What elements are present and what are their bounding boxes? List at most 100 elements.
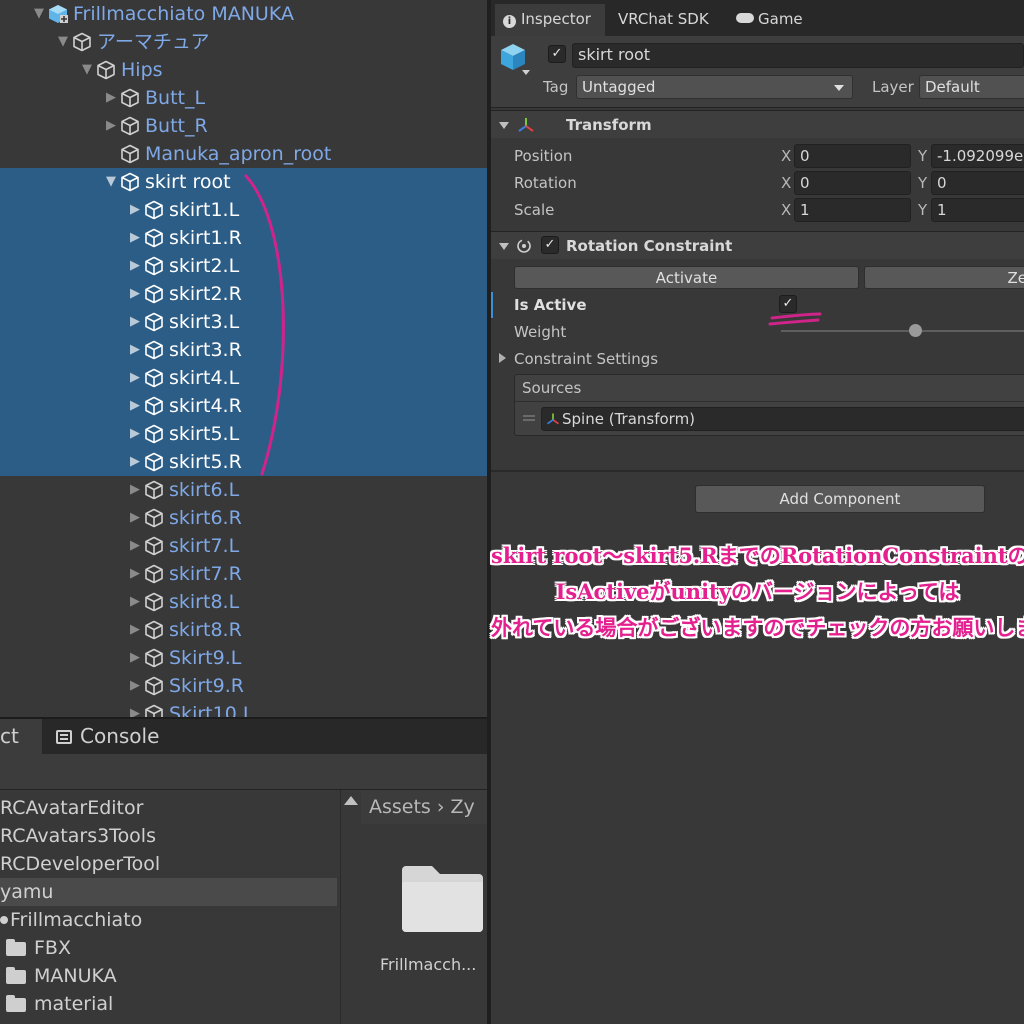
hierarchy-item[interactable]: ▶ Butt_R (0, 112, 487, 140)
scroll-up-icon[interactable] (344, 796, 358, 805)
hierarchy-item[interactable]: ▶ skirt2.L (0, 252, 487, 280)
hierarchy-item[interactable]: ▶ skirt3.R (0, 336, 487, 364)
collapsed-arrow-icon[interactable]: ▶ (128, 700, 142, 717)
hierarchy-item[interactable]: ▶ skirt5.R (0, 448, 487, 476)
expand-arrow-icon[interactable]: ▼ (56, 28, 70, 56)
collapsed-arrow-icon[interactable]: ▶ (128, 308, 142, 336)
hierarchy-item[interactable]: ▶ skirt5.L (0, 420, 487, 448)
tab-game[interactable]: Game (736, 4, 816, 36)
hierarchy-item[interactable]: ▶ skirt6.L (0, 476, 487, 504)
rotation-y-field[interactable]: 0 (931, 171, 1024, 195)
folder-icon[interactable] (402, 862, 483, 932)
project-folder-item[interactable]: MANUKA (0, 962, 337, 990)
layer-dropdown[interactable]: Default (919, 75, 1024, 99)
collapsed-arrow-icon[interactable]: ▶ (128, 280, 142, 308)
is-active-checkbox[interactable]: ✓ (779, 295, 797, 313)
tab-project[interactable]: ct (0, 719, 42, 754)
scale-x-field[interactable]: 1 (794, 198, 911, 222)
breadcrumb[interactable]: Assets › Zy (361, 790, 487, 824)
object-name-field[interactable]: skirt root (572, 43, 1024, 68)
collapsed-arrow-icon[interactable]: ▶ (104, 112, 118, 140)
hierarchy-item[interactable]: ▶ skirt8.R (0, 616, 487, 644)
project-folder-item[interactable]: yamu (0, 878, 337, 906)
weight-slider[interactable] (781, 324, 1024, 337)
prefab-icon (49, 5, 68, 23)
expand-arrow-icon[interactable]: ▼ (80, 56, 94, 84)
collapsed-arrow-icon[interactable]: ▶ (128, 616, 142, 644)
project-folder-item[interactable]: RCAvatarEditor (0, 794, 337, 822)
active-checkbox[interactable]: ✓ (548, 45, 566, 63)
add-component-button[interactable]: Add Component (695, 485, 985, 513)
constraint-settings-foldout[interactable]: Constraint Settings (499, 350, 658, 368)
hierarchy-item-label: skirt4.L (169, 367, 240, 389)
drag-handle-icon[interactable] (523, 415, 535, 421)
gameobject-icon (145, 676, 163, 696)
hierarchy-item[interactable]: ▶ skirt6.R (0, 504, 487, 532)
rotation-constraint-header[interactable]: ✓ Rotation Constraint (491, 231, 1024, 259)
source-object-label: Spine (Transform) (562, 410, 696, 428)
hierarchy-item[interactable]: ▶ Skirt9.R (0, 672, 487, 700)
expand-arrow-icon[interactable]: ▼ (104, 168, 118, 196)
tab-vrchat-sdk[interactable]: VRChat SDK (618, 4, 728, 36)
project-folder-item[interactable]: RCAvatars3Tools (0, 822, 337, 850)
hierarchy-item[interactable]: ▶ Skirt9.L (0, 644, 487, 672)
expand-arrow-icon[interactable]: ▼ (32, 0, 46, 28)
hierarchy-item[interactable]: ▶ Butt_L (0, 84, 487, 112)
tab-inspector[interactable]: i Inspector (495, 4, 605, 36)
hierarchy-item[interactable]: ▶ skirt7.L (0, 532, 487, 560)
collapsed-arrow-icon[interactable]: ▶ (128, 476, 142, 504)
collapsed-arrow-icon[interactable]: ▶ (128, 364, 142, 392)
project-folder-item[interactable]: RCDeveloperTool (0, 850, 337, 878)
project-folder-item[interactable]: FBX (0, 934, 337, 962)
collapsed-arrow-icon[interactable]: ▶ (104, 84, 118, 112)
collapsed-arrow-icon[interactable]: ▶ (128, 532, 142, 560)
hierarchy-item[interactable]: ▼ skirt root (0, 168, 487, 196)
collapsed-arrow-icon[interactable]: ▶ (128, 196, 142, 224)
activate-button[interactable]: Activate (514, 266, 859, 289)
hierarchy-item[interactable]: ▶ skirt8.L (0, 588, 487, 616)
rotation-x-field[interactable]: 0 (794, 171, 911, 195)
collapsed-arrow-icon[interactable]: ▶ (128, 448, 142, 476)
hierarchy-item[interactable]: ▶ skirt1.R (0, 224, 487, 252)
source-object-field[interactable]: Spine (Transform) (541, 407, 1024, 431)
scale-y-field[interactable]: 1 (931, 198, 1024, 222)
project-folder-item[interactable]: material (0, 990, 337, 1018)
hierarchy-item[interactable]: ▼ Hips (0, 56, 487, 84)
hierarchy-item[interactable]: ▶ skirt7.R (0, 560, 487, 588)
foldout-arrow-icon[interactable] (499, 243, 509, 250)
hierarchy-item[interactable]: ▶ skirt1.L (0, 196, 487, 224)
collapsed-arrow-icon[interactable]: ▶ (128, 672, 142, 700)
hierarchy-root-item[interactable]: ▼ Frillmacchiato MANUKA (0, 0, 487, 28)
hierarchy-item[interactable]: ▶ skirt2.R (0, 280, 487, 308)
position-x-field[interactable]: 0 (794, 144, 911, 168)
collapsed-arrow-icon[interactable]: ▶ (128, 224, 142, 252)
foldout-arrow-icon[interactable] (499, 122, 509, 129)
collapsed-arrow-icon[interactable]: ▶ (128, 644, 142, 672)
collapsed-arrow-icon[interactable]: ▶ (128, 252, 142, 280)
hierarchy-item[interactable]: ▶ skirt4.L (0, 364, 487, 392)
zero-button[interactable]: Ze (864, 266, 1024, 289)
project-scrollbar[interactable] (340, 790, 360, 1024)
collapsed-arrow-icon[interactable]: ▶ (128, 588, 142, 616)
project-folder-item[interactable]: Frillmacchiato (0, 906, 337, 934)
hierarchy-item[interactable]: ▶ skirt3.L (0, 308, 487, 336)
tag-dropdown[interactable]: Untagged (576, 75, 853, 99)
collapsed-arrow-icon[interactable]: ▶ (128, 392, 142, 420)
collapsed-arrow-icon[interactable]: ▶ (128, 504, 142, 532)
hierarchy-item[interactable]: ▼ アーマチュア (0, 28, 487, 56)
constraint-enabled-checkbox[interactable]: ✓ (541, 236, 559, 254)
hierarchy-item[interactable]: ▶ skirt4.R (0, 392, 487, 420)
chevron-down-icon[interactable] (522, 70, 530, 75)
weight-slider-handle[interactable] (908, 324, 922, 337)
collapsed-arrow-icon[interactable]: ▶ (128, 336, 142, 364)
position-y-field[interactable]: -1.092099e- (931, 144, 1024, 168)
collapsed-arrow-icon[interactable]: ▶ (128, 560, 142, 588)
collapsed-arrow-icon[interactable]: ▶ (128, 420, 142, 448)
transform-header[interactable]: Transform (491, 110, 1024, 138)
expand-dot-icon[interactable] (0, 916, 8, 924)
inspector-separator (491, 470, 1024, 472)
asset-label[interactable]: Frillmacch... (380, 955, 487, 974)
hierarchy-item[interactable]: Manuka_apron_root (0, 140, 487, 168)
tab-console[interactable]: Console (56, 719, 186, 754)
hierarchy-item[interactable]: ▶ Skirt10.L (0, 700, 487, 717)
